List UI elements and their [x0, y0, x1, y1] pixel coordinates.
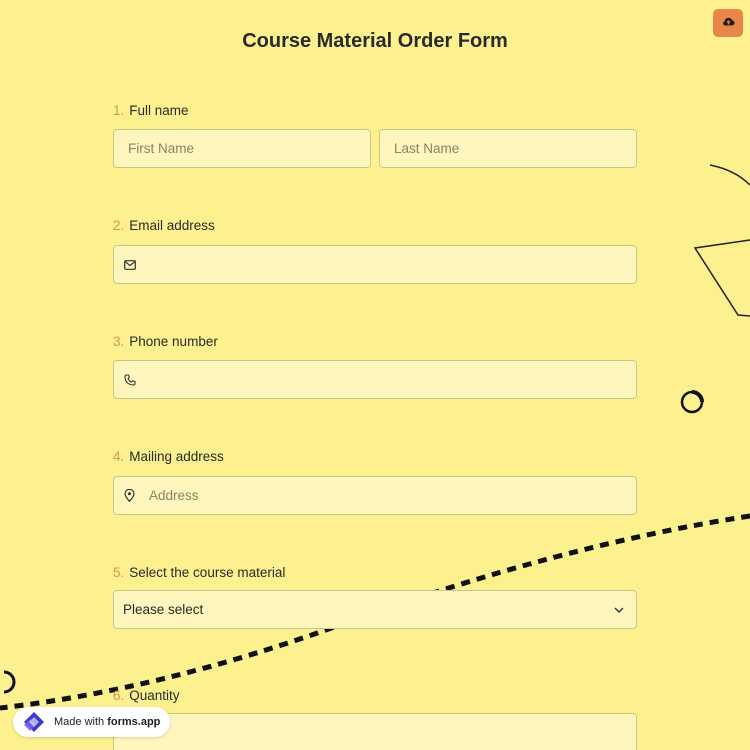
course-material-select[interactable]: Please select — [113, 590, 637, 629]
question-text: Phone number — [129, 334, 218, 349]
address-input[interactable]: Address — [113, 476, 637, 515]
phone-input[interactable] — [113, 360, 637, 399]
envelope-icon — [124, 258, 138, 272]
last-name-placeholder: Last Name — [394, 141, 460, 156]
question-label-course-material: 5. Select the course material — [113, 565, 285, 580]
map-pin-icon — [124, 489, 138, 503]
question-label-phone: 3. Phone number — [113, 334, 218, 349]
badge-prefix: Made with — [54, 716, 108, 728]
phone-icon — [124, 373, 138, 387]
question-number: 3. — [113, 334, 125, 349]
last-name-input[interactable]: Last Name — [379, 129, 637, 168]
address-placeholder: Address — [149, 488, 199, 503]
question-number: 4. — [113, 449, 125, 464]
email-input[interactable] — [113, 245, 637, 284]
badge-brand: forms.app — [107, 716, 161, 728]
question-text: Email address — [129, 218, 215, 233]
page-title: Course Material Order Form — [242, 30, 508, 52]
forms-app-logo-icon — [20, 710, 50, 734]
badge-text: Made with forms.app — [54, 716, 160, 728]
course-material-select-value: Please select — [123, 602, 204, 617]
question-label-quantity: 6. Quantity — [113, 688, 180, 703]
question-text: Mailing address — [129, 449, 224, 464]
first-name-input[interactable]: First Name — [113, 129, 371, 168]
question-label-full-name: 1. Full name — [113, 103, 189, 118]
question-label-mailing-address: 4. Mailing address — [113, 449, 224, 464]
question-number: 6. — [113, 688, 125, 703]
question-text: Full name — [129, 103, 189, 118]
question-number: 5. — [113, 565, 125, 580]
first-name-placeholder: First Name — [128, 141, 195, 156]
chevron-down-icon — [614, 607, 624, 613]
made-with-badge[interactable]: Made with forms.app — [13, 707, 170, 737]
question-number: 2. — [113, 218, 125, 233]
quantity-input[interactable] — [113, 713, 637, 750]
question-number: 1. — [113, 103, 125, 118]
question-text: Select the course material — [129, 565, 286, 580]
question-text: Quantity — [129, 688, 180, 703]
question-label-email: 2. Email address — [113, 218, 215, 233]
